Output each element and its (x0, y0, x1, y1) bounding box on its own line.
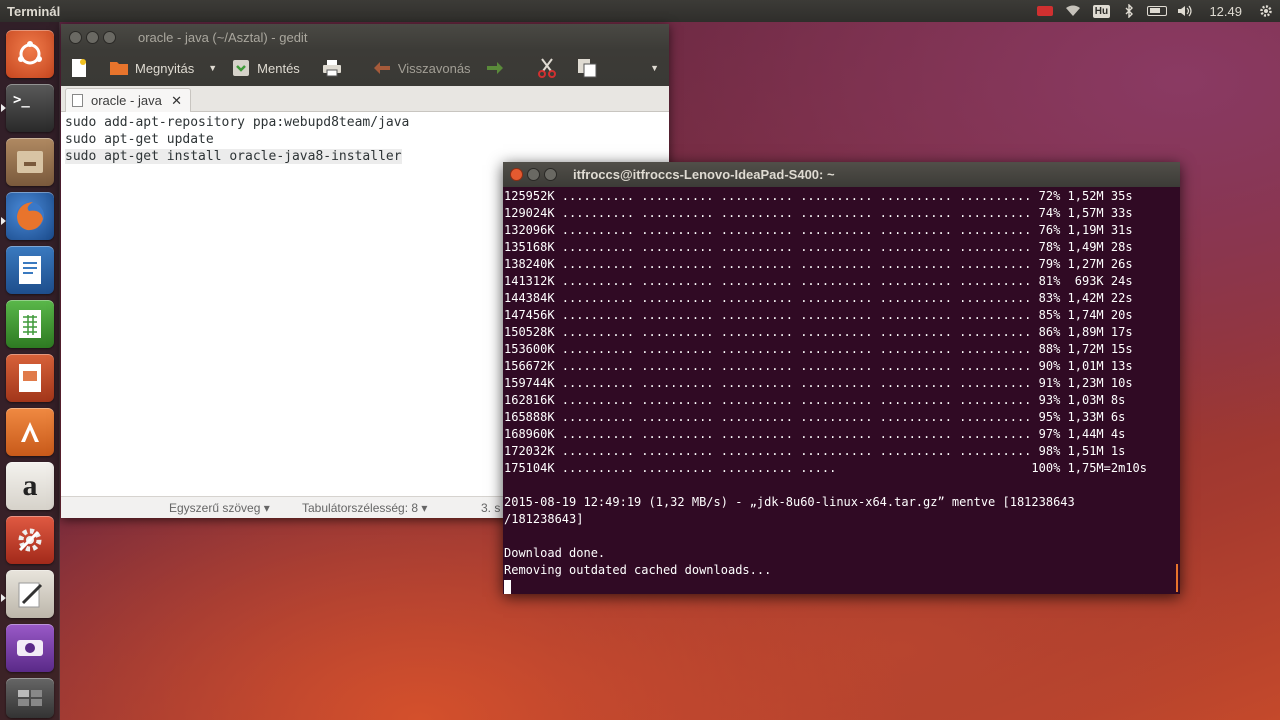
gedit-toolbar: Megnyitás ▼ Mentés Visszavonás ▼ (61, 50, 669, 86)
terminal-progress-line: 162816K .......... .......... ..........… (504, 393, 1126, 407)
cursor-position: 3. s (481, 501, 501, 515)
open-button-label: Megnyitás (135, 60, 195, 76)
minimize-button[interactable] (527, 168, 540, 181)
terminal-progress-line: 159744K .......... .......... ..........… (504, 376, 1133, 390)
gedit-tabbar: oracle - java ✕ (61, 86, 669, 112)
system-settings-icon[interactable] (6, 516, 54, 564)
terminal-progress-line: 125952K .......... .......... ..........… (504, 189, 1133, 203)
screen-recorder-icon[interactable] (1031, 0, 1059, 22)
save-button-label: Mentés (257, 60, 300, 76)
document-icon (72, 94, 83, 107)
printer-icon (322, 58, 342, 78)
editor-line: sudo add-apt-repository ppa:webupd8team/… (65, 115, 410, 130)
undo-button-label: Visszavonás (397, 60, 471, 76)
terminal-progress-line: 132096K .......... .......... ..........… (504, 223, 1133, 237)
undo-button[interactable]: Visszavonás (372, 58, 471, 78)
close-button[interactable] (510, 168, 523, 181)
software-center-icon[interactable] (6, 408, 54, 456)
keyboard-layout-indicator[interactable]: Hu (1087, 0, 1115, 22)
firefox-icon[interactable] (6, 192, 54, 240)
toolbar-overflow-arrow-icon[interactable]: ▼ (650, 63, 659, 73)
new-document-icon (69, 58, 89, 78)
close-button[interactable] (69, 30, 82, 44)
syntax-mode-dropdown[interactable]: Egyszerű szöveg ▾ (169, 501, 270, 515)
clock[interactable]: 12.49 (1199, 4, 1252, 19)
selected-text: sudo apt-get install oracle-java8-instal… (65, 149, 402, 164)
libreoffice-writer-icon[interactable] (6, 246, 54, 294)
terminal-progress-line: 156672K .......... .......... ..........… (504, 359, 1133, 373)
terminal-progress-line: 175104K .......... .......... ..........… (504, 461, 1147, 475)
indicator-area: Hu 12.49 (1031, 0, 1280, 22)
gedit-titlebar[interactable]: oracle - java (~/Asztal) - gedit (61, 24, 669, 50)
terminal-line: Removing outdated cached downloads... (504, 563, 772, 577)
undo-arrow-icon (372, 58, 392, 78)
terminal-icon[interactable]: >_ (6, 84, 54, 132)
libreoffice-calc-icon[interactable] (6, 300, 54, 348)
webcam-app-icon[interactable] (6, 624, 54, 672)
minimize-button[interactable] (86, 30, 99, 44)
terminal-titlebar[interactable]: itfroccs@itfroccs-Lenovo-IdeaPad-S400: ~ (503, 162, 1180, 187)
terminal-progress-line: 135168K .......... .......... ..........… (504, 240, 1133, 254)
tab-width-dropdown[interactable]: Tabulátorszélesség: 8 ▾ (302, 501, 427, 515)
ubuntu-dash-icon[interactable] (6, 30, 54, 78)
editor-line: sudo apt-get update (65, 132, 214, 147)
terminal-progress-line: 168960K .......... .......... ..........… (504, 427, 1126, 441)
text-cursor (504, 580, 511, 594)
libreoffice-impress-icon[interactable] (6, 354, 54, 402)
files-icon[interactable] (6, 138, 54, 186)
scissors-icon (537, 58, 557, 78)
tab-close-icon[interactable]: ✕ (171, 93, 182, 109)
open-folder-icon (109, 58, 129, 78)
window-title: itfroccs@itfroccs-Lenovo-IdeaPad-S400: ~ (573, 167, 835, 182)
redo-arrow-icon (485, 58, 505, 78)
maximize-button[interactable] (544, 168, 557, 181)
text-editor-icon[interactable] (6, 570, 54, 618)
bluetooth-icon[interactable] (1115, 0, 1143, 22)
terminal-progress-line: 153600K .......... .......... ..........… (504, 342, 1133, 356)
session-gear-icon[interactable] (1252, 0, 1280, 22)
wifi-icon[interactable] (1059, 0, 1087, 22)
copy-icon (577, 58, 597, 78)
terminal-progress-line: 150528K .......... .......... ..........… (504, 325, 1133, 339)
terminal-line: 2015-08-19 12:49:19 (1,32 MB/s) - „jdk-8… (504, 495, 1075, 509)
workspace-switcher-icon[interactable] (6, 678, 54, 718)
volume-icon[interactable] (1171, 0, 1199, 22)
tab-label: oracle - java (91, 93, 162, 108)
terminal-progress-line: 165888K .......... .......... ..........… (504, 410, 1126, 424)
battery-icon[interactable] (1143, 0, 1171, 22)
active-app-title: Terminál (7, 3, 61, 19)
tab-oracle-java[interactable]: oracle - java ✕ (65, 88, 191, 112)
save-icon (231, 58, 251, 78)
terminal-window: itfroccs@itfroccs-Lenovo-IdeaPad-S400: ~… (503, 162, 1180, 594)
cut-button[interactable] (537, 58, 563, 78)
maximize-button[interactable] (103, 30, 116, 44)
terminal-progress-line: 172032K .......... .......... ..........… (504, 444, 1126, 458)
terminal-progress-line: 147456K .......... .......... ..........… (504, 308, 1133, 322)
new-document-button[interactable] (69, 58, 95, 78)
print-button[interactable] (322, 58, 348, 78)
scroll-indicator (1176, 564, 1178, 592)
redo-button[interactable] (485, 58, 511, 78)
terminal-progress-line: 129024K .......... .......... ..........… (504, 206, 1133, 220)
terminal-line: Download done. (504, 546, 606, 560)
copy-button[interactable] (577, 58, 603, 78)
terminal-prompt-line (504, 579, 1180, 594)
open-dropdown-arrow-icon[interactable]: ▼ (208, 63, 217, 73)
terminal-line: /181238643] (504, 512, 584, 526)
save-button[interactable]: Mentés (231, 58, 300, 78)
launcher: >_ a (0, 22, 60, 720)
top-panel: Terminál Hu 12.49 (0, 0, 1280, 22)
terminal-progress-line: 141312K .......... .......... ..........… (504, 274, 1133, 288)
terminal-progress-line: 138240K .......... .......... ..........… (504, 257, 1133, 271)
open-button[interactable]: Megnyitás ▼ (109, 58, 217, 78)
window-title: oracle - java (~/Asztal) - gedit (138, 29, 308, 45)
terminal-output[interactable]: 125952K .......... .......... ..........… (503, 187, 1180, 594)
amazon-icon[interactable]: a (6, 462, 54, 510)
terminal-progress-line: 144384K .......... .......... ..........… (504, 291, 1133, 305)
